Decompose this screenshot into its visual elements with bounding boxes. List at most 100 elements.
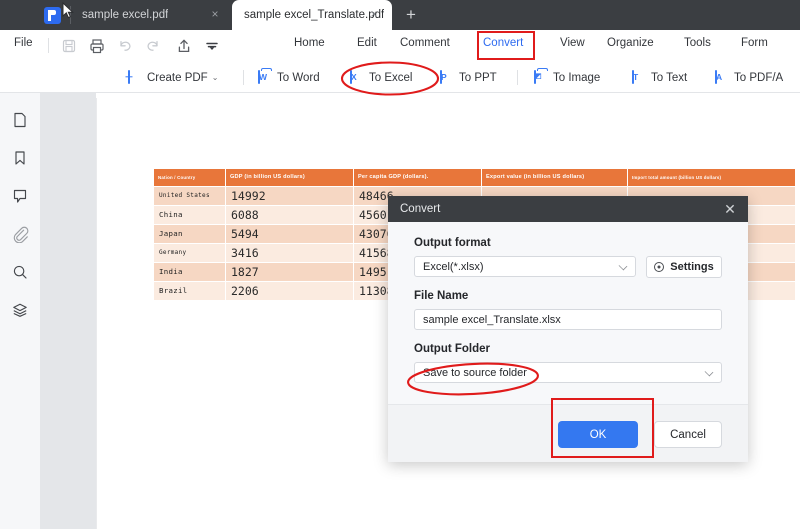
tab-sample-excel[interactable]: sample excel.pdf × (78, 0, 233, 30)
cell-country: India (153, 261, 226, 282)
close-icon[interactable]: × (368, 8, 380, 21)
to-pdfa-button[interactable]: A To PDF/A (715, 68, 783, 87)
cell-country: Germany (153, 242, 226, 263)
chevron-down-icon: ⌄ (211, 72, 219, 82)
to-pdfa-label: To PDF/A (734, 71, 784, 84)
cell-gdp: 6088 (225, 204, 354, 225)
dialog-body: Output format Excel(*.xlsx) Settings Fil… (388, 222, 748, 404)
table-header-cell: Export value (in billion US dollars) (481, 168, 628, 187)
cell-country: United States (153, 185, 226, 206)
undo-icon[interactable] (116, 37, 134, 55)
tab-label: sample excel_Translate.pdf (244, 9, 385, 21)
application-window: sample excel.pdf × sample excel_Translat… (0, 0, 800, 529)
layers-icon[interactable] (11, 301, 29, 319)
left-sidebar (0, 93, 40, 529)
tab-organize[interactable]: Organize (607, 37, 654, 49)
attachment-icon[interactable] (11, 225, 29, 243)
file-name-input[interactable]: sample excel_Translate.xlsx (414, 309, 722, 330)
comment-icon[interactable] (11, 187, 29, 205)
dialog-title: Convert (400, 203, 441, 215)
to-text-label: To Text (651, 71, 688, 84)
cell-gdp: 2206 (225, 280, 354, 301)
file-name-label: File Name (414, 290, 469, 302)
chevron-down-icon (618, 261, 628, 271)
cell-country: Brazil (153, 280, 226, 301)
table-header-cell: Import total amount (billion US dollars) (627, 168, 796, 187)
cell-gdp: 3416 (225, 242, 354, 263)
ok-button[interactable]: OK (558, 421, 638, 448)
print-icon[interactable] (88, 37, 106, 55)
tab-comment[interactable]: Comment (400, 37, 450, 49)
output-folder-value: Save to source folder (423, 366, 527, 379)
mouse-cursor-icon (62, 2, 74, 19)
tab-bar: sample excel.pdf × sample excel_Translat… (0, 0, 800, 30)
close-icon[interactable]: × (209, 8, 221, 21)
cancel-button[interactable]: Cancel (654, 421, 722, 448)
convert-toolbar: Create PDF ⌄ W To Word X To Excel P To P… (0, 62, 800, 92)
file-name-value: sample excel_Translate.xlsx (423, 313, 561, 326)
redo-icon[interactable] (144, 37, 162, 55)
tab-edit[interactable]: Edit (357, 37, 377, 49)
output-format-select[interactable]: Excel(*.xlsx) (414, 256, 636, 277)
toolbar-divider-2 (517, 70, 518, 85)
tab-view[interactable]: View (560, 37, 585, 49)
to-image-label: To Image (553, 71, 601, 84)
table-header-row: Nation / Country GDP (in billion US doll… (153, 168, 796, 187)
settings-button[interactable]: Settings (646, 256, 722, 278)
create-pdf-icon (128, 69, 142, 85)
tab-form[interactable]: Form (741, 37, 768, 49)
to-text-button[interactable]: T To Text (632, 68, 687, 87)
chevron-down-icon (704, 367, 714, 377)
app-logo (44, 7, 61, 24)
to-ppt-icon: P (440, 69, 447, 84)
gear-icon (654, 262, 665, 272)
menu-divider (48, 38, 49, 53)
cell-gdp: 14992 (225, 185, 354, 206)
tab-convert[interactable]: Convert (483, 37, 523, 49)
table-header-cell: Per capita GDP (dollars). (353, 168, 482, 187)
cell-country: Japan (153, 223, 226, 244)
dialog-footer: OK Cancel (388, 404, 748, 462)
tab-sample-excel-translate[interactable]: sample excel_Translate.pdf × (232, 0, 392, 30)
to-ppt-label: To PPT (459, 71, 497, 84)
create-pdf-label: Create PDF (147, 71, 208, 84)
to-word-label: To Word (277, 71, 320, 84)
to-excel-label: To Excel (369, 71, 413, 84)
cell-gdp: 1827 (225, 261, 354, 282)
save-icon[interactable] (60, 37, 78, 55)
to-text-icon: T (632, 69, 639, 84)
bookmark-icon[interactable] (11, 149, 29, 167)
to-excel-button[interactable]: X To Excel (350, 68, 412, 87)
page-thumbnails-icon[interactable] (11, 111, 29, 129)
document-background (40, 93, 96, 529)
cell-country: China (153, 204, 226, 225)
to-pdfa-icon: A (715, 69, 723, 84)
output-folder-select[interactable]: Save to source folder (414, 362, 722, 383)
dialog-title-bar: Convert ✕ (388, 196, 748, 222)
table-header-cell: Nation / Country (153, 168, 226, 187)
tab-home[interactable]: Home (294, 37, 325, 49)
menu-bar: File Home Edit Comment Convert View Orga… (0, 30, 800, 86)
settings-label: Settings (670, 261, 714, 273)
to-image-button[interactable]: ◩ To Image (534, 68, 600, 87)
to-word-icon: W (258, 69, 268, 84)
to-excel-icon: X (350, 69, 357, 84)
create-pdf-button[interactable]: Create PDF ⌄ (128, 68, 218, 87)
table-header-cell: GDP (in billion US dollars) (225, 168, 354, 187)
new-tab-button[interactable]: + (400, 4, 422, 26)
output-format-label: Output format (414, 237, 491, 249)
convert-dialog: Convert ✕ Output format Excel(*.xlsx) Se… (388, 196, 748, 462)
to-image-icon: ◩ (534, 69, 548, 85)
output-folder-label: Output Folder (414, 343, 491, 355)
cell-gdp: 5494 (225, 223, 354, 244)
to-word-button[interactable]: W To Word (258, 68, 320, 87)
search-icon[interactable] (11, 263, 29, 281)
file-menu[interactable]: File (14, 37, 33, 49)
tab-tools[interactable]: Tools (684, 37, 711, 49)
more-icon[interactable] (203, 37, 221, 55)
output-format-value: Excel(*.xlsx) (423, 260, 484, 273)
to-ppt-button[interactable]: P To PPT (440, 68, 497, 87)
toolbar-divider-1 (243, 70, 244, 85)
close-icon[interactable]: ✕ (712, 196, 748, 222)
share-icon[interactable] (175, 37, 193, 55)
